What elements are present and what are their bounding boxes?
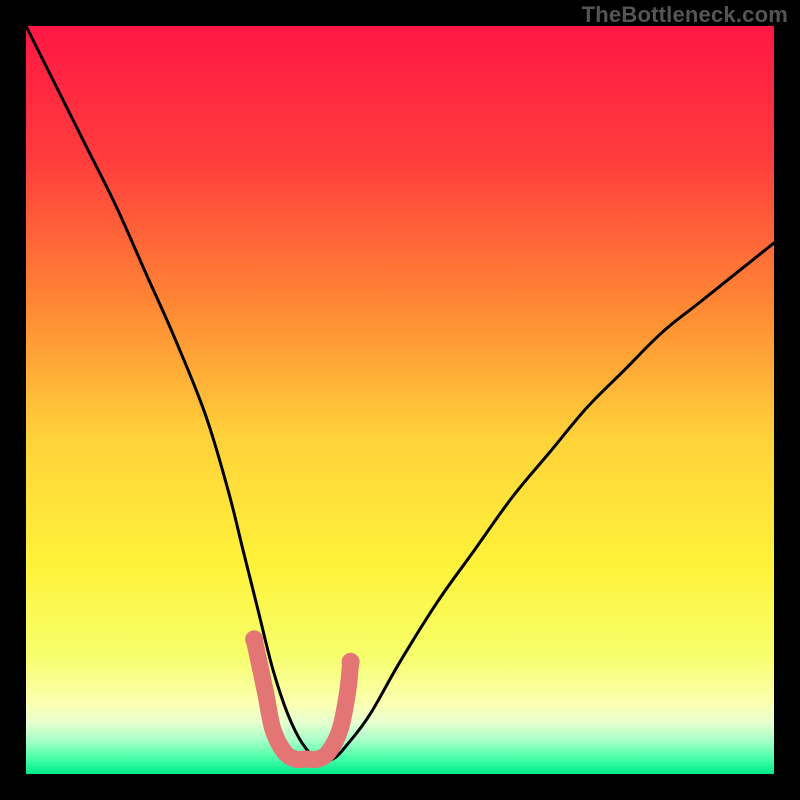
chart-plot-area: [26, 26, 774, 774]
chart-frame: TheBottleneck.com: [0, 0, 800, 800]
chart-svg: [26, 26, 774, 774]
watermark-text: TheBottleneck.com: [582, 2, 788, 28]
highlight-endpoint: [245, 630, 263, 648]
highlight-endpoint: [342, 653, 360, 671]
